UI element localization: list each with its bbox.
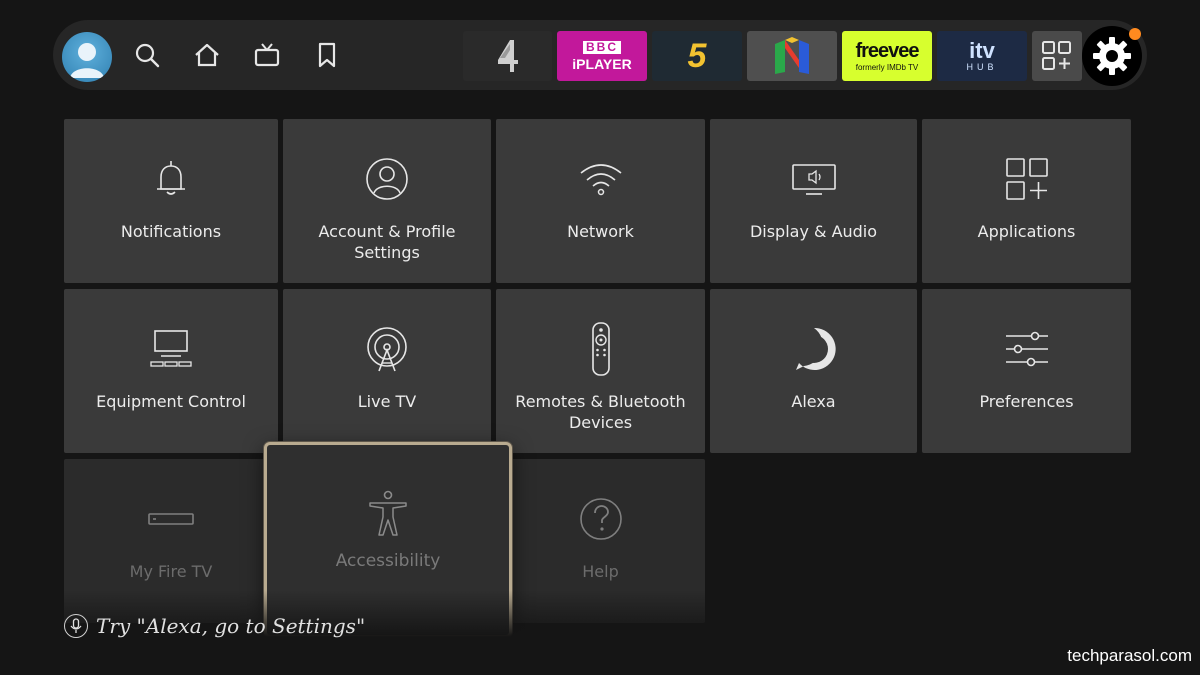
tile-label: Network — [567, 222, 634, 241]
app-n64[interactable] — [747, 31, 837, 81]
app-itv-hub[interactable]: itv HUB — [937, 31, 1027, 81]
app-logo-text: freevee — [855, 40, 919, 62]
voice-hint-text: Try "Alexa, go to Settings" — [96, 614, 366, 638]
tile-label: Notifications — [120, 222, 222, 241]
tile-live-tv[interactable]: Live TV — [283, 289, 491, 453]
app-logo-text: iPLAYER — [572, 55, 632, 72]
alexa-icon — [790, 325, 838, 373]
app-logo-text: 5 — [687, 36, 707, 75]
tile-label: Alexa — [791, 392, 836, 411]
app-my5[interactable]: 5 — [652, 31, 742, 81]
tile-label: Preferences — [979, 392, 1074, 411]
watermark: techparasol.com — [1067, 646, 1192, 665]
profile-icon — [363, 155, 411, 203]
tile-label: Applications — [977, 222, 1076, 241]
home-icon[interactable] — [192, 40, 222, 70]
bookmark-icon[interactable] — [312, 40, 342, 70]
tile-network[interactable]: Network — [496, 119, 705, 283]
help-icon — [577, 495, 625, 543]
gear-icon — [1093, 37, 1131, 75]
tile-label: Accessibility — [335, 551, 441, 571]
accessibility-icon — [364, 489, 412, 537]
tile-label: Display & Audio — [749, 222, 878, 241]
equipment-icon — [147, 325, 195, 373]
tile-display-audio[interactable]: Display & Audio — [710, 119, 917, 283]
tile-label: Account & Profile Settings — [318, 222, 456, 262]
channel4-logo — [497, 40, 518, 72]
tile-label: Remotes & Bluetooth Devices — [515, 392, 686, 432]
n64-logo — [775, 37, 809, 74]
voice-hint: Try "Alexa, go to Settings" — [64, 612, 365, 640]
tile-equipment-control[interactable]: Equipment Control — [64, 289, 278, 453]
app-logo-sub: formerly IMDb TV — [855, 63, 919, 72]
microphone-icon — [64, 614, 88, 638]
tile-label: Help — [582, 562, 619, 581]
app-channel4[interactable] — [463, 31, 552, 81]
tile-label: Equipment Control — [96, 392, 246, 411]
search-icon[interactable] — [132, 40, 162, 70]
tile-applications[interactable]: Applications — [922, 119, 1131, 283]
tile-preferences[interactable]: Preferences — [922, 289, 1131, 453]
remote-icon — [577, 321, 625, 377]
app-freevee[interactable]: freevee formerly IMDb TV — [842, 31, 932, 81]
notification-dot — [1129, 28, 1141, 40]
apps-icon — [1003, 155, 1051, 203]
tile-label: My Fire TV — [129, 562, 213, 581]
tile-remotes-bluetooth[interactable]: Remotes & Bluetooth Devices — [496, 289, 705, 453]
app-logo-sub: HUB — [966, 62, 998, 72]
wifi-icon — [577, 155, 625, 203]
app-logo-top: BBC — [583, 40, 621, 54]
tile-account-profile[interactable]: Account & Profile Settings — [283, 119, 491, 283]
profile-avatar[interactable] — [62, 32, 112, 82]
apps-grid-icon — [1042, 41, 1071, 70]
tile-label: Live TV — [357, 392, 417, 411]
firetv-stick-icon — [147, 495, 195, 543]
bell-icon — [147, 155, 195, 203]
sliders-icon — [1003, 325, 1051, 373]
tile-notifications[interactable]: Notifications — [64, 119, 278, 283]
app-logo-text: itv — [969, 38, 995, 63]
all-apps-button[interactable] — [1032, 31, 1082, 81]
display-icon — [790, 155, 838, 203]
live-tv-icon[interactable] — [252, 40, 282, 70]
app-bbc-iplayer[interactable]: BBC iPLAYER — [557, 31, 647, 81]
antenna-icon — [363, 325, 411, 373]
tile-alexa[interactable]: Alexa — [710, 289, 917, 453]
